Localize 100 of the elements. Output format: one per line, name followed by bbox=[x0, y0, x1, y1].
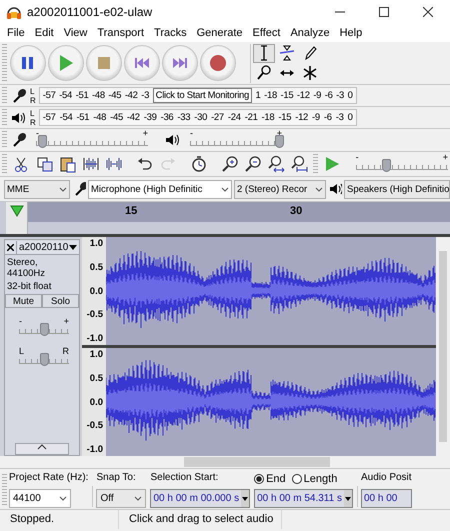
menu-item[interactable]: Transport bbox=[92, 27, 150, 39]
track-name-menu[interactable]: a20020110 bbox=[17, 240, 79, 254]
pan-slider-thumb[interactable] bbox=[40, 352, 49, 366]
scale-tick-label: -45 bbox=[108, 90, 122, 101]
caret-icon[interactable] bbox=[37, 444, 47, 450]
gain-slider-thumb[interactable] bbox=[40, 322, 49, 336]
time-field[interactable]: 00 h 00 m 00.000 s bbox=[150, 489, 250, 508]
max-label: R bbox=[62, 346, 69, 356]
meter-scale[interactable]: -57 -54 -51 -48 -45 -42 -3 Click to Start Monitoring 1 -18 -15 -12 -9 -6 -3 0 bbox=[38, 87, 357, 104]
close-icon[interactable] bbox=[7, 244, 14, 250]
snap-to-dropdown[interactable]: Off bbox=[96, 489, 146, 508]
amplitude-label: -0.5 bbox=[86, 310, 103, 320]
record-icon[interactable] bbox=[209, 54, 227, 72]
min-label: - bbox=[19, 316, 22, 326]
min-label: - bbox=[190, 128, 193, 138]
track-close-button[interactable] bbox=[5, 240, 17, 254]
scale-tick-label: -42 bbox=[124, 90, 138, 101]
scale-tick-label: -9 bbox=[313, 90, 322, 101]
time-field[interactable]: 00 h 00 bbox=[360, 489, 412, 508]
min-label: L bbox=[19, 346, 24, 356]
menu-item[interactable]: Effect bbox=[248, 27, 286, 39]
scale-tick-label: 1 bbox=[256, 90, 261, 101]
dropdown-arrow-icon[interactable] bbox=[69, 244, 77, 250]
scale-tick-label: -9 bbox=[312, 112, 320, 123]
max-label: + bbox=[64, 316, 69, 326]
timeline-label: 30 bbox=[290, 205, 302, 217]
host-dropdown[interactable]: MME bbox=[4, 180, 70, 198]
min-label: - bbox=[36, 128, 39, 138]
status-text: Stopped. bbox=[0, 510, 119, 529]
scale-tick-label: -21 bbox=[244, 112, 258, 123]
scale-tick-label: -15 bbox=[278, 112, 292, 123]
max-label: + bbox=[442, 152, 448, 162]
amplitude-label: 0.0 bbox=[90, 286, 103, 296]
chevron-icon bbox=[315, 186, 323, 192]
close-icon[interactable] bbox=[423, 7, 433, 17]
amplitude-label: 0.5 bbox=[90, 262, 103, 273]
output-volume-slider-thumb[interactable] bbox=[275, 134, 284, 148]
scale-tick-label: -6 bbox=[324, 112, 332, 123]
tooltip: Click to Start Monitoring bbox=[152, 88, 252, 103]
output-device-dropdown[interactable]: Speakers (High Definitio bbox=[344, 180, 450, 198]
channels-dropdown[interactable]: 2 (Stereo) Recor bbox=[234, 180, 326, 198]
scale-tick-label: -51 bbox=[76, 112, 90, 123]
input-device-dropdown[interactable]: Microphone (High Definitic bbox=[88, 180, 232, 198]
radio-label[interactable]: Length bbox=[304, 472, 338, 484]
time-field[interactable]: 00 h 00 m 54.311 s bbox=[254, 489, 353, 508]
waveform[interactable] bbox=[106, 237, 436, 345]
scale-tick-label: -27 bbox=[211, 112, 224, 123]
waveform[interactable] bbox=[106, 348, 436, 456]
chevron-icon bbox=[134, 496, 142, 501]
radio-button[interactable] bbox=[254, 474, 264, 484]
mute-button[interactable]: Mute bbox=[5, 294, 42, 308]
scale-tick-label: -48 bbox=[93, 112, 106, 123]
record-button[interactable] bbox=[200, 45, 236, 81]
scale-tick-label: -3 bbox=[141, 90, 150, 101]
toolbar-grip[interactable] bbox=[2, 474, 7, 507]
field-label: Selection Start: bbox=[150, 472, 220, 485]
scale-tick-label: -42 bbox=[126, 112, 140, 123]
field-label: Project Rate (Hz): bbox=[9, 472, 88, 485]
vertical-scrollbar[interactable] bbox=[436, 237, 450, 456]
menu-item[interactable]: Tracks bbox=[149, 27, 192, 39]
scale-tick-label: -18 bbox=[264, 90, 277, 101]
scale-tick-label: -36 bbox=[160, 112, 174, 123]
play-icon[interactable] bbox=[57, 54, 75, 72]
amplitude-label: -0.5 bbox=[86, 421, 103, 432]
pause-button[interactable] bbox=[10, 45, 46, 81]
input-volume-slider-thumb[interactable] bbox=[38, 134, 47, 148]
skip-to-start-button[interactable] bbox=[124, 45, 160, 81]
channel-label: L bbox=[30, 108, 36, 118]
play-button[interactable] bbox=[48, 45, 84, 81]
skip-to-end-button[interactable] bbox=[162, 45, 198, 81]
scale-tick-label: -24 bbox=[228, 112, 241, 123]
channel-label: R bbox=[30, 118, 36, 126]
min-label: - bbox=[356, 152, 359, 162]
radio-button[interactable] bbox=[292, 474, 302, 484]
scale-tick-label: -54 bbox=[59, 90, 72, 101]
play-head-icon[interactable] bbox=[10, 205, 24, 217]
dropdown-arrow-icon[interactable] bbox=[344, 496, 351, 500]
dropdown-arrow-icon[interactable] bbox=[242, 496, 248, 500]
project-rate-dropdown[interactable]: 44100 bbox=[9, 489, 71, 508]
menu-item[interactable]: View bbox=[58, 27, 92, 39]
maximize-icon[interactable] bbox=[379, 7, 389, 17]
menu-item[interactable]: Edit bbox=[30, 27, 59, 39]
play-speed-slider-thumb[interactable] bbox=[382, 158, 392, 172]
solo-button[interactable]: Solo bbox=[42, 294, 79, 308]
scale-tick-label: -30 bbox=[194, 112, 208, 123]
amplitude-label: 0.0 bbox=[90, 398, 103, 408]
radio-label[interactable]: End bbox=[266, 472, 286, 484]
scale-tick-label: -18 bbox=[262, 112, 274, 123]
menu-item[interactable]: Generate bbox=[192, 27, 248, 39]
status-text: Click and drag to select audio bbox=[119, 510, 282, 529]
menu-item[interactable]: File bbox=[2, 27, 30, 39]
chevron-icon bbox=[59, 496, 67, 501]
speaker-icon bbox=[164, 132, 182, 148]
scale-tick-label: -3 bbox=[336, 90, 344, 101]
scale-tick-label: -6 bbox=[324, 90, 333, 101]
menu-item[interactable]: Analyze bbox=[285, 27, 335, 39]
menu-item[interactable]: Help bbox=[334, 27, 368, 39]
scale-tick-label: -57 bbox=[42, 90, 56, 101]
scale-tick-label: -12 bbox=[296, 90, 310, 101]
meter-scale[interactable]: -57 -54 -51 -48 -45 -42 -39 -36 -33 -30 -27 -24 -21 -18 -15 -12 -9 -6 -3 0 bbox=[38, 109, 357, 126]
